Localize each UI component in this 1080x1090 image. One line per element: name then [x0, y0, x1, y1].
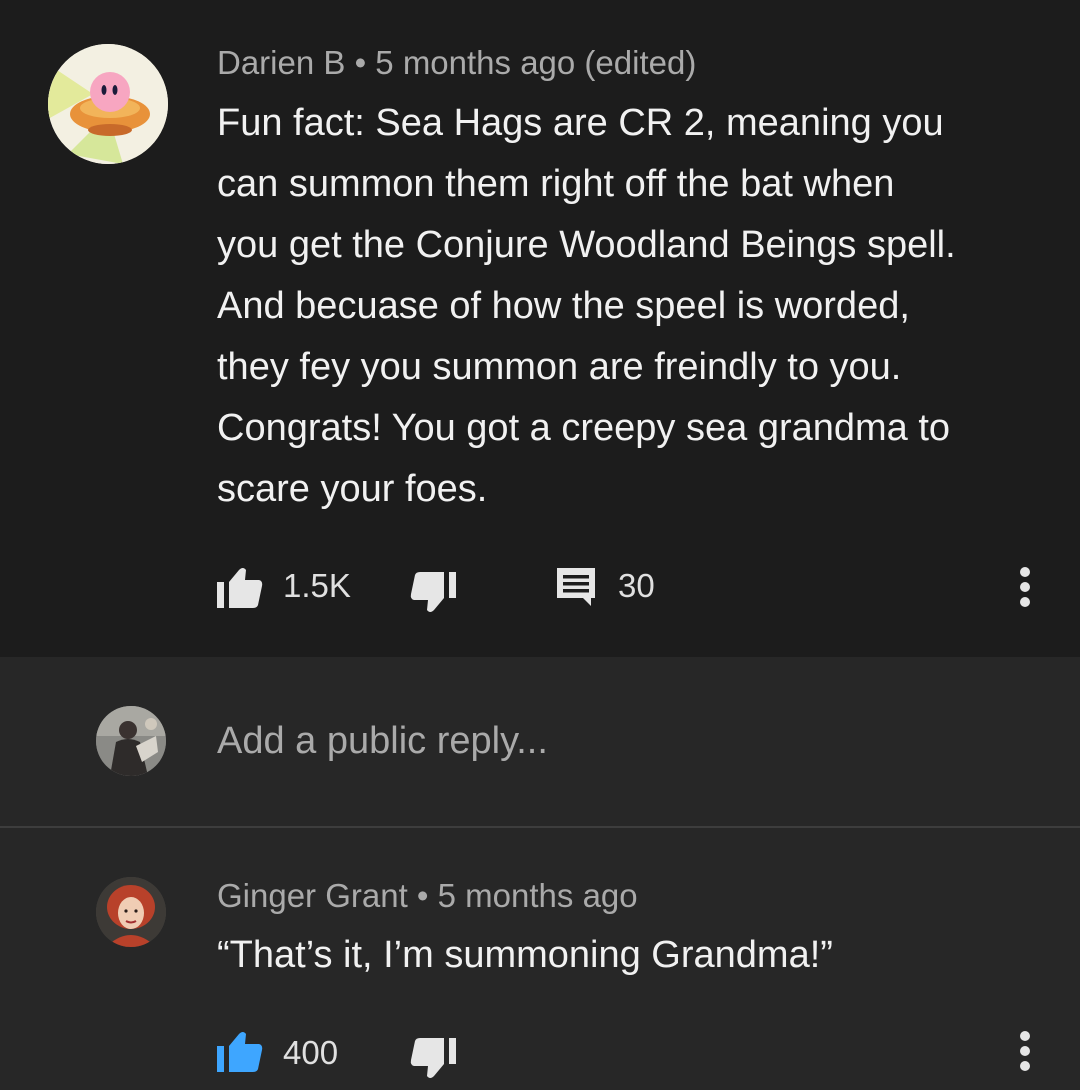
- reply-count-button[interactable]: [555, 566, 599, 610]
- like-button[interactable]: [215, 566, 265, 610]
- thumb-up-icon: [217, 1032, 263, 1072]
- thumb-up-icon: [217, 568, 263, 608]
- thumb-down-icon: [410, 1038, 456, 1078]
- user-avatar[interactable]: [96, 706, 166, 776]
- more-vert-icon: [1020, 567, 1030, 607]
- avatar-image: [96, 706, 166, 776]
- thumb-down-icon: [410, 572, 456, 612]
- reply-time[interactable]: 5 months ago: [438, 877, 638, 914]
- dislike-button[interactable]: [408, 570, 458, 614]
- comment-meta: Darien B • 5 months ago (edited): [217, 44, 696, 82]
- comment-text: Fun fact: Sea Hags are CR 2, meaning you…: [217, 102, 956, 510]
- reply-text: “That’s it, I’m summoning Grandma!”: [217, 934, 833, 976]
- reply-author-name[interactable]: Ginger Grant: [217, 877, 408, 914]
- avatar-image: [48, 44, 168, 164]
- reply-like-button[interactable]: [215, 1030, 265, 1074]
- reply-like-count: 400: [283, 1034, 339, 1071]
- comment-icon: [557, 568, 595, 606]
- reply-meta: Ginger Grant • 5 months ago: [217, 877, 638, 915]
- meta-separator: •: [354, 44, 367, 81]
- comment-time[interactable]: 5 months ago (edited): [375, 44, 696, 81]
- reply-input[interactable]: Add a public reply...: [217, 720, 548, 763]
- avatar-image: [96, 877, 166, 947]
- like-count: 1.5K: [283, 567, 351, 604]
- reply-more-options-button[interactable]: [1016, 1030, 1034, 1074]
- reply-dislike-button[interactable]: [408, 1036, 458, 1080]
- more-vert-icon: [1020, 1031, 1030, 1071]
- author-avatar[interactable]: [48, 44, 168, 164]
- divider: [0, 826, 1080, 828]
- meta-separator: •: [416, 877, 429, 914]
- reply-count: 30: [618, 567, 655, 604]
- more-options-button[interactable]: [1016, 566, 1034, 610]
- reply-author-avatar[interactable]: [96, 877, 166, 947]
- author-name[interactable]: Darien B: [217, 44, 345, 81]
